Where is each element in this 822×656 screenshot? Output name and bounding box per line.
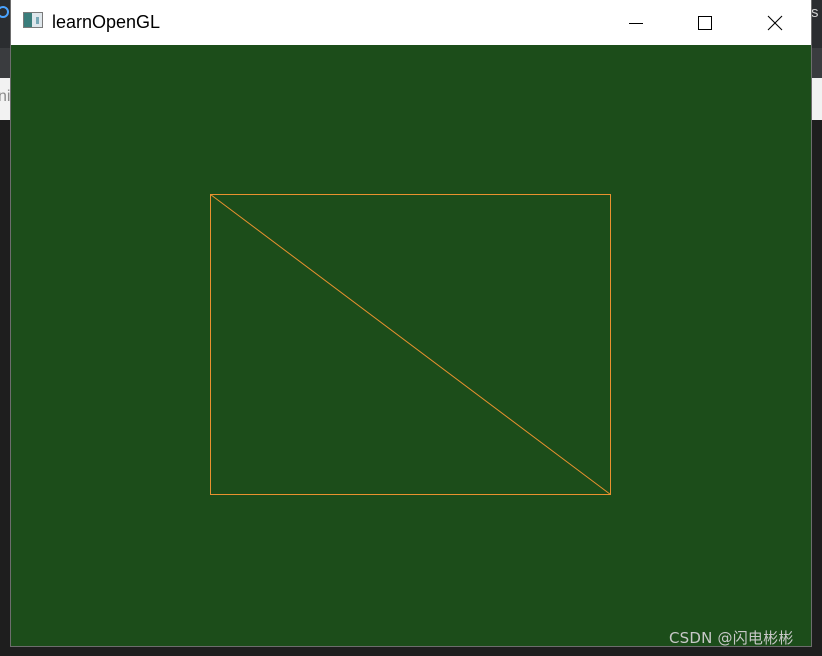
opengl-window: learnOpenGL — [11, 0, 811, 646]
minimize-icon — [629, 22, 643, 24]
maximize-button[interactable] — [682, 0, 728, 45]
maximize-icon — [698, 15, 712, 30]
wireframe-diagonal — [210, 194, 611, 495]
close-button[interactable] — [752, 0, 798, 45]
window-title: learnOpenGL — [52, 12, 161, 32]
close-icon — [767, 15, 783, 30]
window-titlebar[interactable]: learnOpenGL — [11, 0, 811, 45]
wireframe-canvas — [210, 194, 611, 495]
minimize-button[interactable] — [613, 0, 659, 45]
app-window-icon — [23, 12, 43, 28]
background-left-text: ni — [0, 88, 11, 105]
opengl-viewport[interactable] — [11, 45, 811, 646]
watermark-text: CSDN @闪电彬彬 — [669, 629, 794, 647]
background-right-text: s — [811, 4, 819, 21]
